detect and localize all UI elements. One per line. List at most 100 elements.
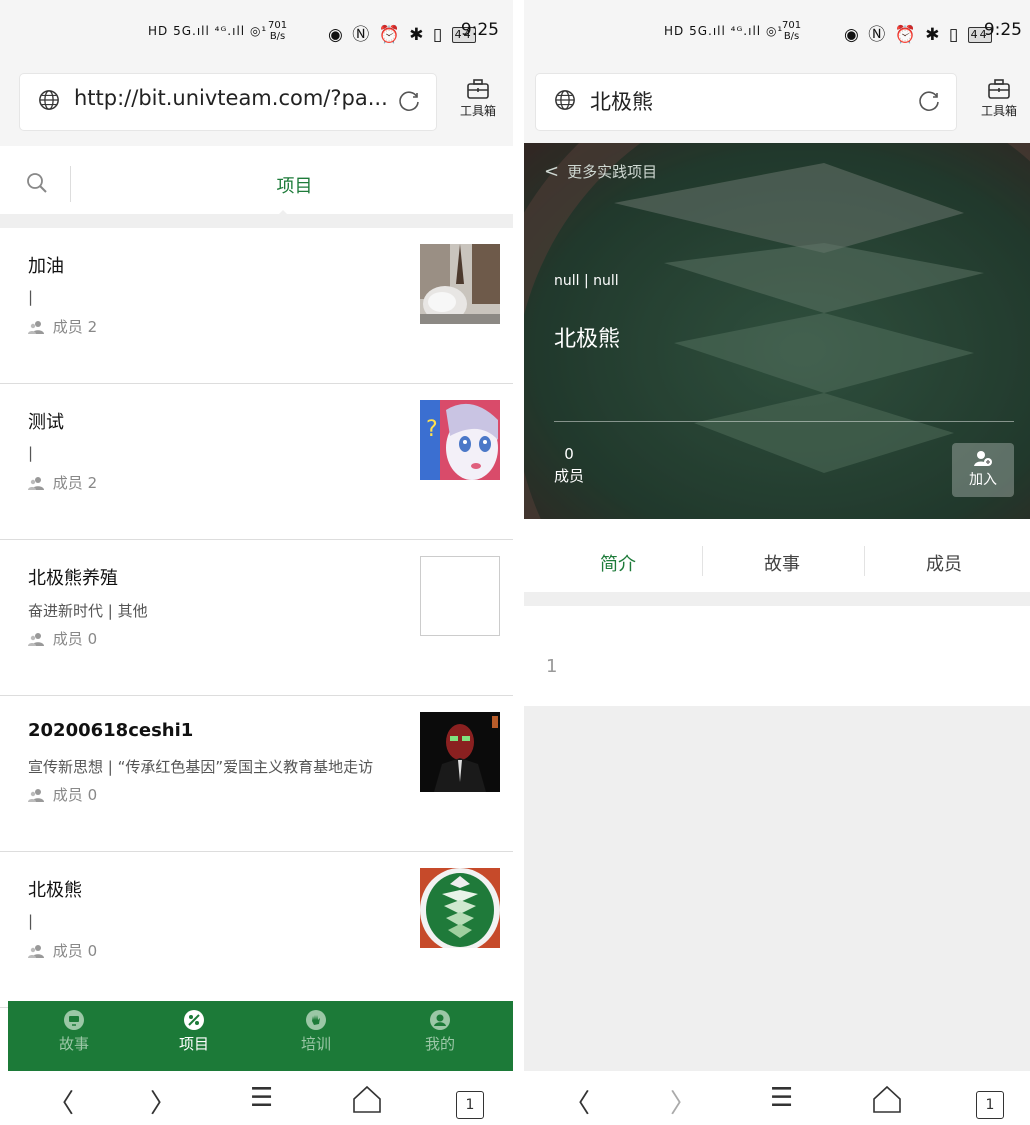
address-bar[interactable]: http://bit.univteam.com/?pa... [20,74,436,130]
status-bar: HD 5G.ıll ⁴ᴳ.ıll ◎¹ 701 B/s ◉ Ⓝ ⏰ ✱ ▯ 44… [524,0,1030,58]
list-item[interactable]: 20200618ceshi1 宣传新思想 | “传承红色基因”爱国主义教育基地走… [0,696,513,852]
project-thumbnail [420,712,500,792]
project-thumbnail: ? [420,400,500,480]
toolbox-icon [988,79,1010,99]
project-list: 加油 | 成员 2 测试 | 成员 2 ? 北极熊养殖 奋进新时代 | 其他 成… [0,228,513,1008]
nav-item-story[interactable]: 故事 [34,1009,114,1054]
detail-tabs: 简介 故事 成员 [524,530,1030,592]
url-text: http://bit.univteam.com/?pa... [74,86,388,110]
list-item[interactable]: 北极熊 | 成员 0 [0,852,513,1008]
menu-icon[interactable]: ☰ [250,1083,273,1113]
list-item[interactable]: 北极熊养殖 奋进新时代 | 其他 成员 0 [0,540,513,696]
join-button[interactable]: 加入 [952,443,1014,497]
signal-icon: HD 5G.ıll ⁴ᴳ.ıll ◎¹ [148,24,268,38]
system-nav: 〈 〉 ☰ 1 [0,1071,513,1125]
nav-item-project[interactable]: 项目 [154,1009,234,1054]
back-icon[interactable]: 〈 [48,1083,74,1120]
network-speed: 701 B/s [782,20,802,42]
hand-icon [306,1010,326,1030]
back-label: 更多实践项目 [567,163,658,181]
reload-icon[interactable] [396,88,422,114]
chevron-left-icon: < [544,161,560,182]
tab-members[interactable]: 成员 [884,550,1004,576]
list-item[interactable]: 测试 | 成员 2 ? [0,384,513,540]
divider-strip [0,214,513,228]
forward-icon[interactable]: 〉 [150,1083,176,1120]
intro-panel: 1 [524,606,1030,706]
status-icons: ◉ Ⓝ ⏰ ✱ ▯ 44 [844,20,992,45]
toolbox-label: 工具箱 [980,104,1017,118]
project-meta: 宣传新思想 | “传承红色基因”爱国主义教育基地走访 [28,758,374,776]
members-label: 成员 [52,474,83,492]
nav-label: 故事 [58,1035,89,1053]
members-label: 成员 [52,630,83,648]
divider [864,546,865,576]
home-icon[interactable] [872,1085,902,1113]
members-icon [28,321,44,334]
photo-image [420,244,500,324]
project-members: 成员 0 [28,940,97,961]
user-icon [430,1010,450,1030]
members-icon [28,789,44,802]
bottom-nav: 故事 项目 培训 我的 [8,1001,513,1071]
intro-text: 1 [546,656,558,677]
project-members: 成员 0 [28,628,97,649]
project-icon [184,1010,204,1030]
project-members: 成员 2 [28,472,97,493]
project-meta: | [28,288,34,306]
project-thumbnail [420,244,500,324]
anime-image: ? [420,400,500,480]
tab-story[interactable]: 故事 [722,550,842,576]
clock: 9:25 [983,20,1022,40]
member-count: 0 [564,445,574,463]
join-label: 加入 [969,472,997,488]
screens: HD 5G.ıll ⁴ᴳ.ıll ◎¹ 701 B/s ◉ Ⓝ ⏰ ✱ ▯ 44… [0,0,1030,1125]
toolbox-button[interactable]: 工具箱 [972,78,1026,119]
nav-label: 培训 [300,1035,331,1053]
emblem-image [420,868,500,948]
network-speed: 701 B/s [268,20,288,42]
members-count: 2 [87,474,98,492]
project-name: 20200618ceshi1 [28,720,194,741]
members-icon [28,945,44,958]
status-icons: ◉ Ⓝ ⏰ ✱ ▯ 44 [328,20,476,45]
tabs-button[interactable]: 1 [456,1091,484,1119]
phone-right: HD 5G.ıll ⁴ᴳ.ıll ◎¹ 701 B/s ◉ Ⓝ ⏰ ✱ ▯ 44… [524,0,1030,1125]
clock: 9:25 [460,20,499,40]
member-label: 成员 [554,467,585,485]
back-icon[interactable]: 〈 [564,1083,590,1120]
nav-label: 项目 [178,1035,209,1053]
divider [554,421,1014,422]
reload-icon[interactable] [916,88,942,114]
members-label: 成员 [52,786,83,804]
globe-icon [39,90,59,110]
page-title: 项目 [276,176,313,197]
tabs-button[interactable]: 1 [976,1091,1004,1119]
list-item[interactable]: 加油 | 成员 2 [0,228,513,384]
nav-item-mine[interactable]: 我的 [400,1009,480,1054]
empty-area [524,706,1030,1071]
toolbox-button[interactable]: 工具箱 [451,78,505,119]
phone-left: HD 5G.ıll ⁴ᴳ.ıll ◎¹ 701 B/s ◉ Ⓝ ⏰ ✱ ▯ 44… [0,0,513,1125]
forward-icon[interactable]: 〉 [670,1083,696,1120]
tab-intro[interactable]: 简介 [558,550,678,576]
project-category: null | null [554,273,619,289]
project-name: 北极熊养殖 [28,568,118,589]
system-nav: 〈 〉 ☰ 1 [524,1071,1030,1125]
nav-item-training[interactable]: 培训 [276,1009,356,1054]
nav-label: 我的 [424,1035,455,1053]
project-name: 加油 [28,256,64,277]
menu-icon[interactable]: ☰ [770,1083,793,1113]
svg-text:?: ? [426,417,438,442]
members-label: 成员 [52,318,83,336]
members-icon [28,633,44,646]
members-icon [28,477,44,490]
members-count: 2 [87,318,98,336]
home-icon[interactable] [352,1085,382,1113]
page-header: 项目 [0,152,513,218]
divider-strip [524,592,1030,606]
divider [513,0,524,1125]
back-link[interactable]: < 更多实践项目 [544,161,657,182]
address-bar[interactable]: 北极熊 [536,74,956,130]
page-title-text: 北极熊 [590,90,653,114]
